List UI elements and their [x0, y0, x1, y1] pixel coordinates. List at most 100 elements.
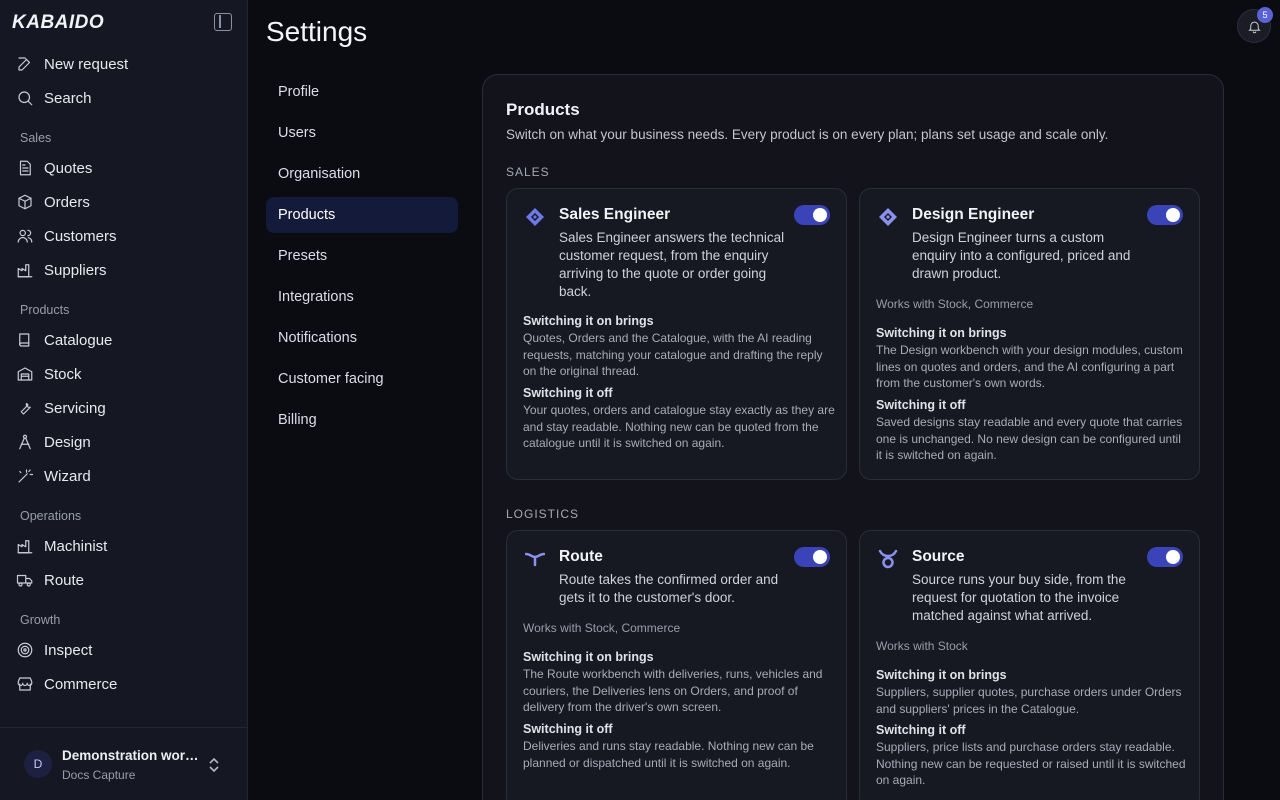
avatar: D — [24, 750, 52, 778]
switch-off-heading: Switching it off — [523, 386, 613, 400]
settings-nav-profile[interactable]: Profile — [266, 74, 458, 110]
compass-icon — [16, 433, 34, 451]
sidebar-item-customers[interactable]: Customers — [16, 223, 117, 249]
truck-icon — [16, 571, 34, 589]
product-title: Design Engineer — [912, 206, 1035, 223]
switch-on-heading: Switching it on brings — [876, 326, 1007, 340]
section-label-sales: Sales — [20, 131, 52, 145]
source-icon — [878, 549, 898, 569]
sidebar-item-label: Customers — [44, 227, 117, 245]
product-toggle-design-engineer[interactable] — [1147, 205, 1183, 225]
product-description: Route takes the confirmed order and gets… — [559, 572, 779, 605]
diamond-icon — [525, 207, 545, 227]
switch-on-text: The Design workbench with your design mo… — [876, 343, 1183, 390]
app-logo[interactable]: KABAIDO — [12, 12, 104, 34]
sidebar-item-label: Servicing — [44, 399, 106, 417]
switch-off-text: Saved designs stay readable and every qu… — [876, 415, 1183, 462]
workspace-subtitle: Docs Capture — [62, 768, 136, 782]
sidebar-item-servicing[interactable]: Servicing — [16, 395, 106, 421]
factory-icon — [16, 537, 34, 555]
users-icon — [16, 227, 34, 245]
store-icon — [16, 675, 34, 693]
switch-on-heading: Switching it on brings — [523, 314, 654, 328]
chevron-up-down-icon — [207, 756, 221, 774]
sidebar-item-commerce[interactable]: Commerce — [16, 671, 117, 697]
workspace-name: Demonstration work... — [62, 748, 200, 763]
search-icon — [16, 89, 34, 107]
sidebar-item-quotes[interactable]: Quotes — [16, 155, 92, 181]
sidebar-item-suppliers[interactable]: Suppliers — [16, 257, 107, 283]
switch-on-text: Quotes, Orders and the Catalogue, with t… — [523, 331, 823, 378]
wrench-icon — [16, 399, 34, 417]
sidebar-item-design[interactable]: Design — [16, 429, 91, 455]
sidebar-item-label: Commerce — [44, 675, 118, 693]
sidebar-item-label: Wizard — [44, 467, 91, 485]
switch-on-heading: Switching it on brings — [523, 650, 654, 664]
book-icon — [16, 331, 34, 349]
product-toggle-source[interactable] — [1147, 547, 1183, 567]
diamond-icon — [878, 207, 898, 227]
group-label-sales: SALES — [506, 165, 550, 179]
switch-on-heading: Switching it on brings — [876, 668, 1007, 682]
product-description: Source runs your buy side, from the requ… — [912, 572, 1126, 623]
settings-nav-products[interactable]: Products — [266, 197, 458, 233]
sidebar-item-orders[interactable]: Orders — [16, 189, 90, 215]
warehouse-icon — [16, 365, 34, 383]
settings-nav-organisation[interactable]: Organisation — [266, 156, 458, 192]
sidebar: KABAIDO New request Search Sales Quotes … — [0, 0, 248, 800]
settings-nav-presets[interactable]: Presets — [266, 238, 458, 274]
product-card-sales-engineer: Sales Engineer Sales Engineer answers th… — [506, 188, 847, 480]
panel-description: Switch on what your business needs. Ever… — [506, 127, 1109, 142]
product-title: Source — [912, 548, 965, 565]
section-label-operations: Operations — [20, 509, 82, 523]
sidebar-item-label: Catalogue — [44, 331, 113, 349]
sidebar-toggle-icon[interactable] — [214, 13, 232, 31]
switch-off-text: Suppliers, price lists and purchase orde… — [876, 740, 1186, 787]
sidebar-item-inspect[interactable]: Inspect — [16, 637, 92, 663]
switch-on-text: Suppliers, supplier quotes, purchase ord… — [876, 685, 1182, 716]
settings-nav-customer-facing[interactable]: Customer facing — [266, 361, 458, 397]
workspace-switcher[interactable]: D Demonstration work... Docs Capture — [0, 727, 247, 800]
sidebar-item-route[interactable]: Route — [16, 567, 84, 593]
product-toggle-sales-engineer[interactable] — [794, 205, 830, 225]
notification-count-badge: 5 — [1257, 7, 1273, 23]
switch-off-text: Deliveries and runs stay readable. Nothi… — [523, 739, 814, 770]
sidebar-item-label: Suppliers — [44, 261, 107, 279]
switch-off-heading: Switching it off — [523, 722, 613, 736]
route-icon — [524, 549, 546, 569]
product-card-source: Source Source runs your buy side, from t… — [859, 530, 1200, 800]
settings-nav-billing[interactable]: Billing — [266, 402, 458, 438]
sidebar-item-label: Search — [44, 89, 92, 107]
sidebar-item-new-request[interactable]: New request — [16, 51, 128, 77]
switch-on-text: The Route workbench with deliveries, run… — [523, 667, 823, 714]
target-icon — [16, 641, 34, 659]
sidebar-item-stock[interactable]: Stock — [16, 361, 82, 387]
settings-nav-notifications[interactable]: Notifications — [266, 320, 458, 356]
wand-icon — [16, 467, 34, 485]
panel-title: Products — [506, 100, 580, 119]
sidebar-item-label: Machinist — [44, 537, 108, 555]
switch-off-heading: Switching it off — [876, 398, 966, 412]
product-description: Sales Engineer answers the technical cus… — [559, 230, 785, 299]
sidebar-item-label: Inspect — [44, 641, 93, 659]
product-card-route: Route Route takes the confirmed order an… — [506, 530, 847, 800]
sidebar-item-wizard[interactable]: Wizard — [16, 463, 91, 489]
product-description: Design Engineer turns a custom enquiry i… — [912, 230, 1131, 281]
sidebar-item-label: New request — [44, 55, 129, 73]
settings-nav-integrations[interactable]: Integrations — [266, 279, 458, 315]
sidebar-item-label: Route — [44, 571, 85, 589]
product-toggle-route[interactable] — [794, 547, 830, 567]
switch-off-text: Your quotes, orders and catalogue stay e… — [523, 403, 835, 450]
works-with: Works with Stock, Commerce — [876, 297, 1034, 311]
document-icon — [16, 159, 34, 177]
settings-nav-users[interactable]: Users — [266, 115, 458, 151]
section-label-growth: Growth — [20, 613, 61, 627]
sidebar-item-catalogue[interactable]: Catalogue — [16, 327, 112, 353]
edit-icon — [16, 55, 34, 73]
sidebar-item-machinist[interactable]: Machinist — [16, 533, 107, 559]
product-card-design-engineer: Design Engineer Design Engineer turns a … — [859, 188, 1200, 480]
works-with: Works with Stock — [876, 639, 968, 653]
sidebar-item-search[interactable]: Search — [16, 85, 92, 111]
group-label-logistics: LOGISTICS — [506, 507, 580, 521]
factory-icon — [16, 261, 34, 279]
